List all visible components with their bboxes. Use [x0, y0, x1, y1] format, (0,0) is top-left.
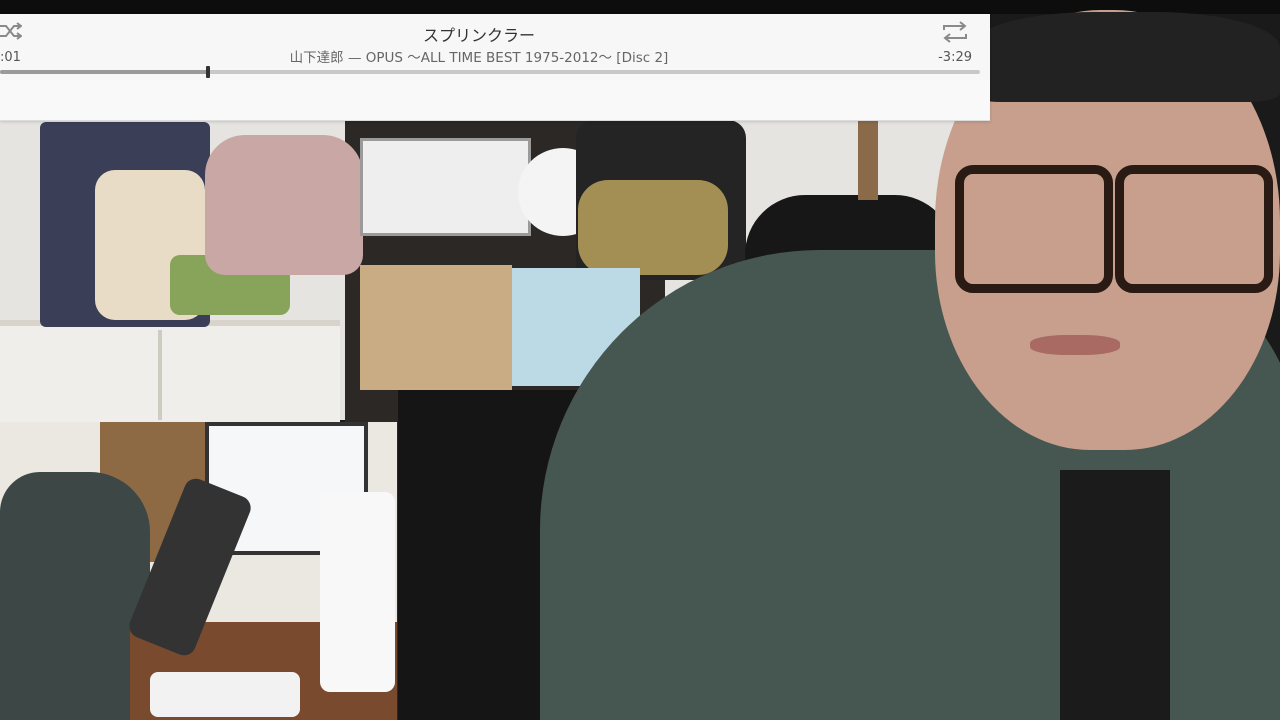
- remaining-time: -3:29: [938, 50, 972, 65]
- elapsed-time: :01: [0, 50, 21, 65]
- white-cabinet: [0, 320, 340, 426]
- inset-camera-view: [0, 422, 397, 720]
- right-lens: [1115, 165, 1273, 293]
- repeat-icon[interactable]: [940, 20, 970, 44]
- progress-fill: [0, 70, 208, 74]
- left-lens: [955, 165, 1113, 293]
- playback-progress-bar[interactable]: [0, 66, 980, 78]
- progress-knob[interactable]: [205, 66, 210, 78]
- player-lower-area: [0, 80, 990, 120]
- storage-basket: [360, 138, 531, 236]
- track-title: スプリンクラー: [422, 26, 535, 45]
- now-playing-bar: スプリンクラー 山下達郎 — OPUS 〜ALL TIME BEST 1975-…: [0, 14, 990, 121]
- person-mouth: [1030, 335, 1120, 355]
- person-hair: [970, 12, 1280, 102]
- inset-container: [320, 492, 395, 692]
- inset-person-arm: [0, 472, 150, 720]
- person-shirt: [1060, 470, 1170, 720]
- door-frame: [858, 120, 878, 200]
- pink-handbag: [205, 135, 363, 275]
- track-album-artist: 山下達郎 — OPUS 〜ALL TIME BEST 1975-2012〜 [D…: [289, 50, 669, 66]
- eyeglasses: [955, 165, 1280, 293]
- camo-pouch: [578, 180, 728, 275]
- cardboard-box: [360, 265, 512, 390]
- cabinet-divider: [158, 330, 162, 420]
- inset-phone-stand: [150, 672, 300, 717]
